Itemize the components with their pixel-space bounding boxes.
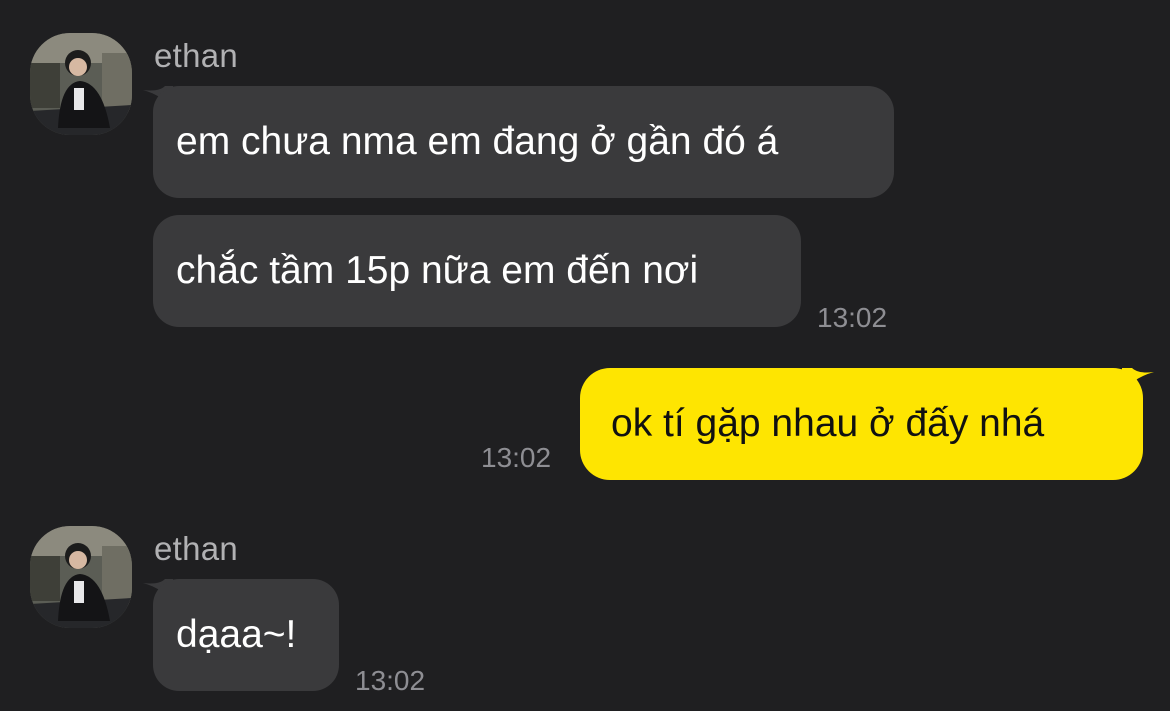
message-timestamp: 13:02 <box>355 665 426 696</box>
message-bubble[interactable]: ok tí gặp nhau ở đấy nhá <box>580 368 1143 480</box>
bubble-tail <box>1122 368 1154 394</box>
message-bubble[interactable]: em chưa nma em đang ở gần đó á <box>153 86 894 198</box>
sender-name: ethan <box>154 37 239 74</box>
avatar[interactable] <box>30 33 132 135</box>
message-timestamp: 13:02 <box>481 442 552 473</box>
avatar[interactable] <box>30 526 132 628</box>
sender-name: ethan <box>154 530 239 567</box>
message-timestamp: 13:02 <box>817 302 888 333</box>
message-bubble[interactable]: dạaa~! <box>153 579 339 691</box>
message-bubble[interactable]: chắc tầm 15p nữa em đến nơi <box>153 215 801 327</box>
